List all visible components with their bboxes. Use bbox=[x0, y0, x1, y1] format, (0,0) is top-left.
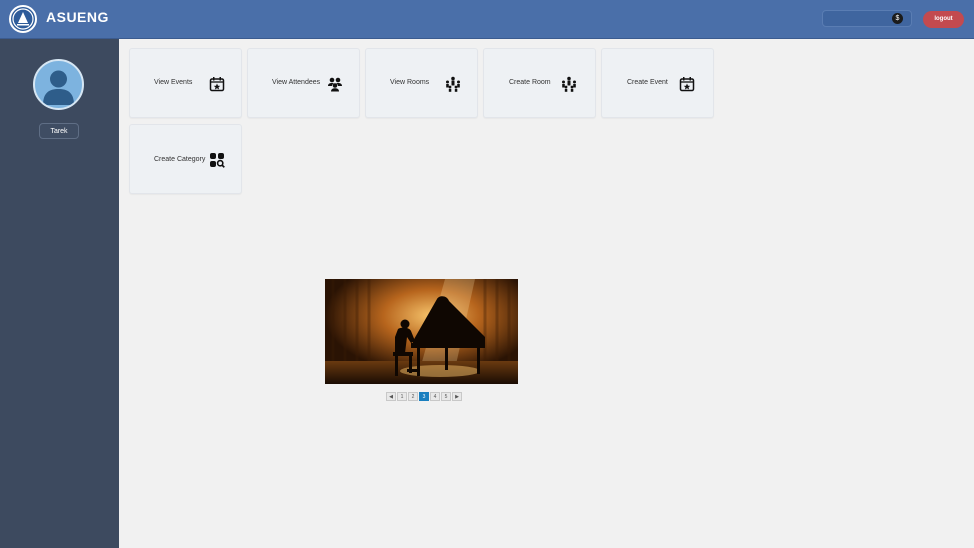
card-label: Create Event bbox=[627, 79, 668, 86]
top-bar: ASUENG $ logout bbox=[0, 0, 974, 39]
page-3-button[interactable]: 3 bbox=[419, 392, 429, 401]
username-chip[interactable]: Tarek bbox=[39, 123, 79, 139]
card-label: View Events bbox=[154, 79, 193, 86]
page-4-button[interactable]: 4 bbox=[430, 392, 440, 401]
category-search-icon bbox=[209, 152, 225, 173]
pagination: ◀ 1 2 3 4 5 ▶ bbox=[386, 392, 463, 401]
university-seal-icon[interactable] bbox=[9, 5, 37, 33]
create-event-card[interactable]: Create Event bbox=[601, 48, 714, 118]
calendar-star-icon bbox=[679, 76, 695, 97]
page-1-button[interactable]: 1 bbox=[397, 392, 407, 401]
card-label: Create Room bbox=[509, 79, 551, 86]
logout-button[interactable]: logout bbox=[923, 11, 964, 28]
create-room-card[interactable]: Create Room bbox=[483, 48, 596, 118]
view-rooms-card[interactable]: View Rooms bbox=[365, 48, 478, 118]
search-input[interactable]: $ bbox=[822, 10, 912, 27]
people-group-icon bbox=[327, 76, 343, 97]
card-label: View Attendees bbox=[272, 79, 321, 86]
create-category-card[interactable]: Create Category bbox=[129, 124, 242, 194]
room-seats-icon bbox=[445, 76, 461, 97]
card-label: View Rooms bbox=[390, 79, 430, 86]
view-events-card[interactable]: View Events bbox=[129, 48, 242, 118]
card-label: Create Category bbox=[154, 156, 206, 163]
next-page-button[interactable]: ▶ bbox=[452, 392, 462, 401]
page-5-button[interactable]: 5 bbox=[441, 392, 451, 401]
prev-page-button[interactable]: ◀ bbox=[386, 392, 396, 401]
app-title: ASUENG bbox=[46, 9, 109, 25]
view-attendees-card[interactable]: View Attendees bbox=[247, 48, 360, 118]
sidebar: Tarek bbox=[0, 39, 119, 548]
user-avatar-icon[interactable] bbox=[33, 59, 84, 110]
page-2-button[interactable]: 2 bbox=[408, 392, 418, 401]
room-seats-icon bbox=[561, 76, 577, 97]
pianist-silhouette-image[interactable] bbox=[325, 279, 518, 384]
search-dot-icon[interactable]: $ bbox=[892, 13, 903, 24]
calendar-star-icon bbox=[209, 76, 225, 97]
